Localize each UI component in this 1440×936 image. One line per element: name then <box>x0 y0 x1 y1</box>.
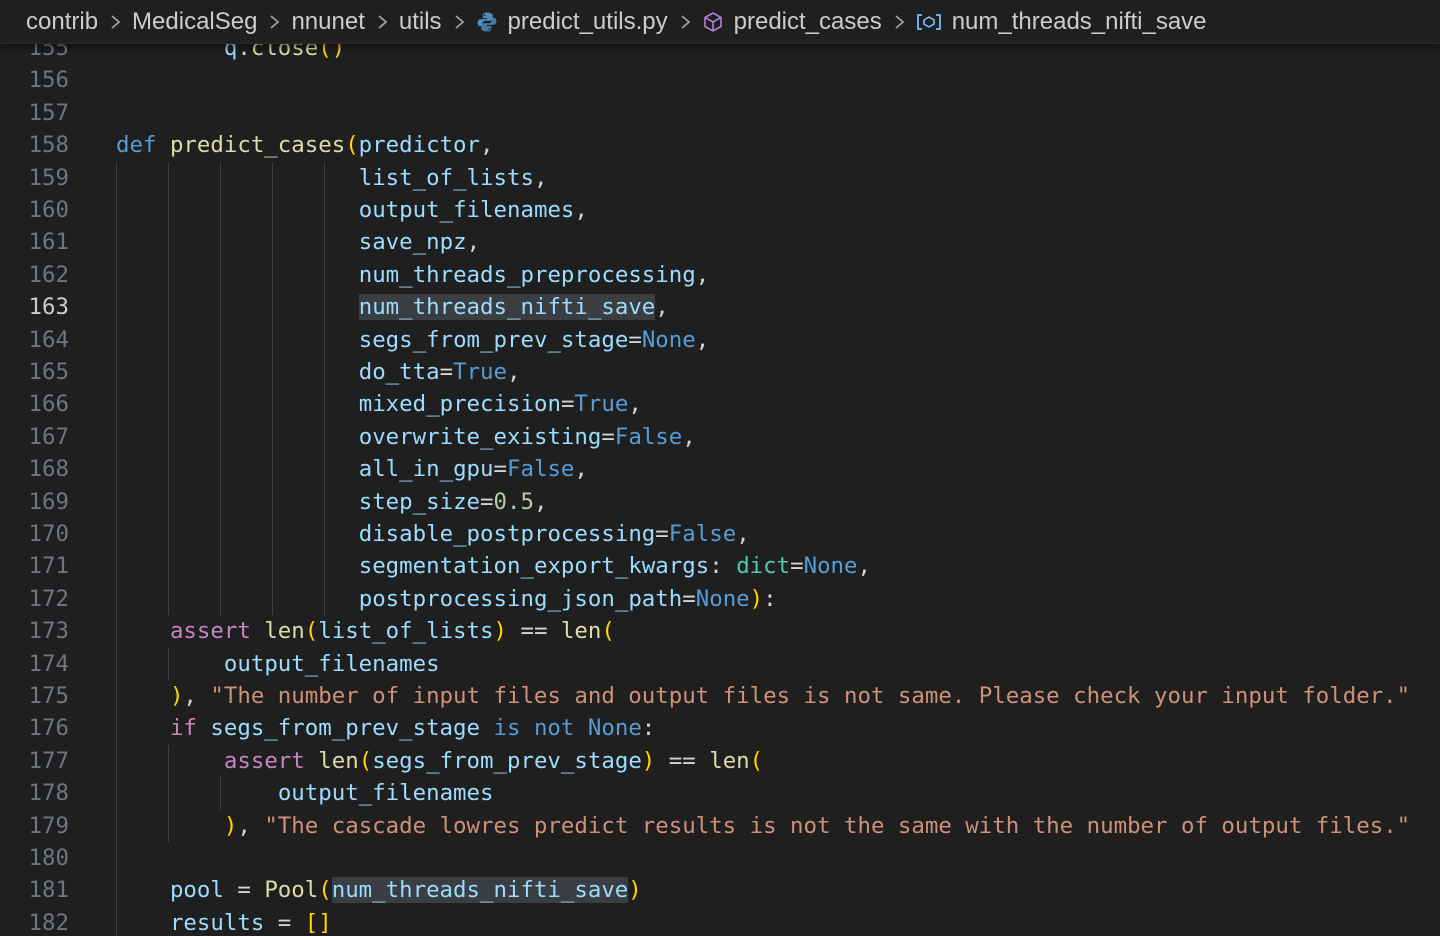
line-code[interactable]: output_filenames <box>116 648 440 680</box>
code-line[interactable]: 162 num_threads_preprocessing, <box>0 259 1440 291</box>
breadcrumb-item-function[interactable]: predict_cases <box>702 8 882 36</box>
line-number: 165 <box>28 359 69 385</box>
breadcrumb-item-utils[interactable]: utils <box>399 8 442 36</box>
line-number: 163 <box>28 294 69 321</box>
line-number: 175 <box>28 683 69 709</box>
code-line[interactable]: 170 disable_postprocessing=False, <box>0 518 1440 550</box>
line-number: 159 <box>28 164 69 191</box>
chevron-right-icon <box>452 10 468 34</box>
breadcrumb-file-label: predict_utils.py <box>507 7 668 35</box>
breadcrumb-variable-label: num_threads_nifti_save <box>951 7 1207 35</box>
code-line[interactable]: 173 assert len(list_of_lists) == len( <box>0 615 1440 647</box>
chevron-right-icon <box>108 10 124 34</box>
line-code[interactable]: output_filenames <box>116 777 494 809</box>
code-line[interactable]: 165 do_tta=True, <box>0 356 1440 388</box>
code-line[interactable]: 160 output_filenames, <box>0 194 1440 226</box>
line-number: 162 <box>28 261 69 288</box>
variable-icon <box>916 12 942 32</box>
code-line[interactable]: 156 <box>0 64 1440 96</box>
line-number: 178 <box>28 780 69 807</box>
code-line[interactable]: 175 ), "The number of input files and ou… <box>0 680 1440 712</box>
line-code[interactable]: ), "The cascade lowres predict results i… <box>116 810 1410 842</box>
code-line[interactable]: 167 overwrite_existing=False, <box>0 421 1440 453</box>
line-code[interactable]: assert len(segs_from_prev_stage) == len( <box>116 745 763 777</box>
line-code[interactable]: if segs_from_prev_stage is not None: <box>116 712 655 744</box>
code-line[interactable]: 178 output_filenames <box>0 777 1440 809</box>
chevron-right-icon <box>678 10 694 34</box>
line-code[interactable]: output_filenames, <box>116 194 588 226</box>
code-line[interactable]: 158 def predict_cases(predictor, <box>0 129 1440 161</box>
line-number: 158 <box>28 132 69 159</box>
line-code[interactable]: def predict_cases(predictor, <box>116 129 493 161</box>
line-code[interactable]: results = [] <box>116 907 332 936</box>
line-number: 160 <box>28 197 69 223</box>
line-number: 176 <box>28 715 69 742</box>
code-line[interactable]: 159 list_of_lists, <box>0 162 1440 194</box>
code-line[interactable]: 182 results = [] <box>0 907 1440 936</box>
code-line[interactable]: 157 <box>0 97 1440 129</box>
code-line[interactable]: 166 mixed_precision=True, <box>0 388 1440 420</box>
line-number: 169 <box>28 488 69 515</box>
line-number: 167 <box>28 423 69 450</box>
line-number: 166 <box>28 391 69 418</box>
code-line[interactable]: 168 all_in_gpu=False, <box>0 453 1440 485</box>
line-code[interactable]: num_threads_preprocessing, <box>116 259 710 291</box>
line-code[interactable]: segmentation_export_kwargs: dict=None, <box>116 550 871 582</box>
line-number: 168 <box>28 456 69 483</box>
breadcrumb-item-file[interactable]: predict_utils.py <box>476 8 668 36</box>
line-number: 156 <box>28 67 69 94</box>
line-number: 181 <box>28 877 69 904</box>
line-number: 170 <box>28 521 69 547</box>
code-line[interactable]: 177 assert len(segs_from_prev_stage) == … <box>0 745 1440 777</box>
breadcrumb-function-label: predict_cases <box>733 7 882 35</box>
code-editor[interactable]: 155 q.close() 156 157 158 def predict_cases(… <box>0 28 1440 936</box>
line-code[interactable]: pool = Pool(num_threads_nifti_save) <box>116 874 642 906</box>
line-code[interactable]: save_npz, <box>116 226 480 258</box>
line-number: 179 <box>28 812 69 839</box>
line-number: 173 <box>28 618 69 645</box>
line-number: 157 <box>28 99 69 126</box>
code-line[interactable]: 164 segs_from_prev_stage=None, <box>0 324 1440 356</box>
breadcrumb-item-medicalseg[interactable]: MedicalSeg <box>132 8 257 36</box>
method-cube-icon <box>702 11 724 33</box>
chevron-right-icon <box>892 10 908 34</box>
line-code[interactable]: assert len(list_of_lists) == len( <box>116 615 615 647</box>
chevron-right-icon <box>375 10 391 34</box>
breadcrumb: contrib MedicalSeg nnunet utils predict_… <box>0 0 1440 44</box>
code-line[interactable]: 179 ), "The cascade lowres predict resul… <box>0 810 1440 842</box>
line-number: 171 <box>28 553 69 580</box>
line-number: 161 <box>28 229 69 256</box>
line-code[interactable]: all_in_gpu=False, <box>116 453 588 485</box>
code-line[interactable]: 163 num_threads_nifti_save, <box>0 291 1440 323</box>
line-code[interactable]: mixed_precision=True, <box>116 388 642 420</box>
code-line[interactable]: 176 if segs_from_prev_stage is not None: <box>0 712 1440 744</box>
code-line[interactable]: 169 step_size=0.5, <box>0 486 1440 518</box>
line-code[interactable]: step_size=0.5, <box>116 486 548 518</box>
line-code[interactable]: ), "The number of input files and output… <box>116 680 1410 712</box>
line-code[interactable]: num_threads_nifti_save, <box>116 291 669 323</box>
chevron-right-icon <box>267 10 283 34</box>
line-number: 180 <box>28 845 69 871</box>
line-number: 182 <box>28 909 69 936</box>
line-code[interactable]: overwrite_existing=False, <box>116 421 696 453</box>
code-line[interactable]: 174 output_filenames <box>0 648 1440 680</box>
code-line[interactable]: 161 save_npz, <box>0 226 1440 258</box>
line-code[interactable]: list_of_lists, <box>116 162 548 194</box>
line-code[interactable]: postprocessing_json_path=None): <box>116 583 777 615</box>
line-number: 172 <box>28 585 69 612</box>
line-number: 174 <box>28 650 69 677</box>
line-code[interactable]: segs_from_prev_stage=None, <box>116 324 710 356</box>
line-code[interactable]: do_tta=True, <box>116 356 521 388</box>
code-line[interactable]: 172 postprocessing_json_path=None): <box>0 583 1440 615</box>
breadcrumb-item-contrib[interactable]: contrib <box>26 8 98 36</box>
line-code[interactable]: disable_postprocessing=False, <box>116 518 750 550</box>
breadcrumb-item-variable[interactable]: num_threads_nifti_save <box>916 8 1207 36</box>
code-line[interactable]: 180 <box>0 842 1440 874</box>
breadcrumb-item-nnunet[interactable]: nnunet <box>291 8 364 36</box>
code-line[interactable]: 171 segmentation_export_kwargs: dict=Non… <box>0 550 1440 582</box>
code-line[interactable]: 181 pool = Pool(num_threads_nifti_save) <box>0 874 1440 906</box>
line-number: 177 <box>28 747 69 774</box>
line-number: 164 <box>28 326 69 353</box>
python-icon <box>476 11 498 33</box>
